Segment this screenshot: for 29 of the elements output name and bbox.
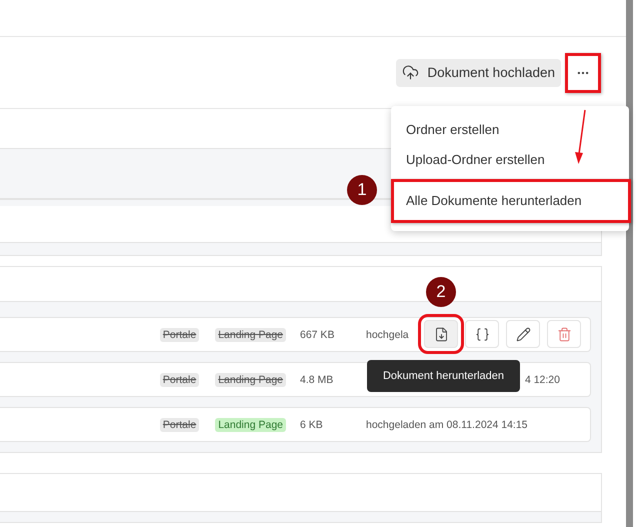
cloud-upload-icon	[402, 64, 420, 81]
delete-button[interactable]	[547, 320, 581, 348]
file-size: 6 KB	[300, 418, 324, 430]
tag: Landing Page	[215, 372, 286, 386]
tag: Portale	[160, 372, 200, 386]
tag: Landing Page	[215, 328, 286, 342]
edit-button[interactable]	[506, 320, 540, 348]
document-row[interactable]: Portale Landing Page 6 KB hochgeladen am 08.11.2024 14:15	[0, 407, 591, 442]
file-size: 4.8 MB	[300, 374, 334, 386]
more-button[interactable]	[565, 52, 601, 92]
document-row[interactable]: Portale Landing Page 667 KB hochgela	[0, 317, 591, 352]
upload-date: hochgela	[366, 328, 409, 340]
menu-item[interactable]: Upload-Ordner erstellen	[391, 145, 629, 175]
file-size: 667 KB	[300, 328, 336, 340]
arrow	[572, 108, 588, 166]
menu-item[interactable]: Ordner erstellen	[391, 115, 629, 145]
pencil-icon	[516, 326, 530, 342]
menu-item[interactable]: Alle Dokumente herunterladen	[391, 179, 631, 223]
tag: Portale	[160, 418, 200, 432]
tag: Landing Page	[215, 418, 286, 432]
download-icon	[434, 326, 448, 342]
tooltip: Dokument herunterladen	[367, 360, 520, 392]
upload-date: 4 12:20	[524, 374, 560, 386]
trash-icon	[556, 326, 572, 342]
tag: Portale	[160, 328, 200, 342]
upload-button[interactable]: Dokument hochladen	[396, 58, 561, 86]
braces-icon	[474, 326, 490, 342]
code-button[interactable]	[465, 320, 499, 348]
upload-date: hochgeladen am 08.11.2024 14:15	[366, 418, 528, 430]
